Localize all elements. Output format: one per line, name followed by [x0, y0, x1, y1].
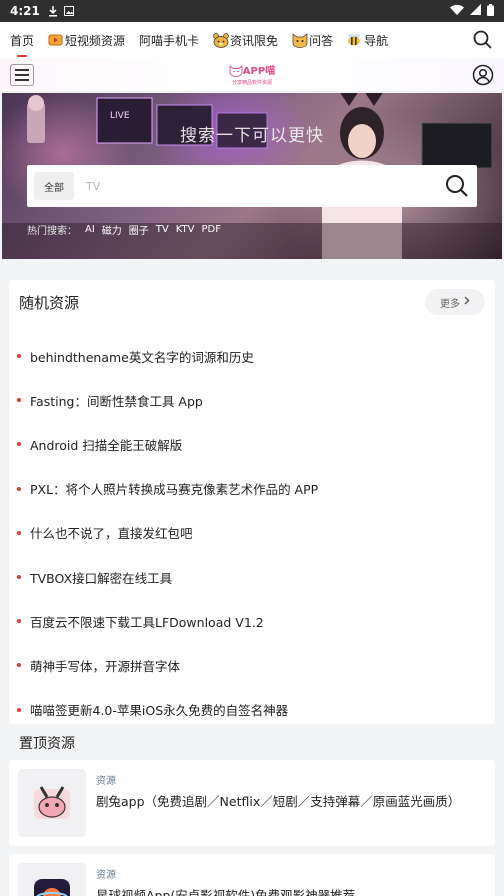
list-item[interactable]: behindthename英文名字的词源和历史: [17, 334, 477, 378]
list-item[interactable]: Android 扫描全能王破解版: [17, 422, 477, 466]
bullet-dot: [17, 619, 21, 624]
bullet-dot: [17, 486, 21, 491]
section-title: 随机资源: [19, 294, 80, 312]
hamburger-line: [15, 69, 29, 71]
nav-item-label: 资讯限免: [230, 33, 279, 48]
chevron-right-icon: [464, 296, 470, 308]
list-item-title: 萌神手写体，开源拼音字体: [30, 658, 181, 674]
resource-category[interactable]: 资源: [96, 866, 116, 881]
menu-button[interactable]: [10, 64, 34, 86]
nav-item-label: 导航: [364, 33, 389, 48]
more-label: 更多: [440, 298, 460, 310]
hot-search-label: 热门搜索：: [27, 226, 77, 237]
section-title: 置顶资源: [19, 736, 75, 752]
search-input[interactable]: [86, 179, 437, 193]
hot-keyword[interactable]: AI: [85, 224, 95, 235]
logo-subtitle: 分享精品软件资源: [231, 79, 272, 86]
nav-item-label: 短视频资源: [65, 33, 126, 48]
hot-keyword[interactable]: KTV: [176, 224, 195, 235]
status-bar: 4:21: [0, 0, 504, 22]
planet-app-icon: [34, 879, 70, 896]
nav-item-sim-card[interactable]: 阿喵手机卡: [139, 32, 199, 49]
hero-title: 搜索一下可以更快: [180, 126, 324, 146]
search-box: 全部: [27, 165, 477, 207]
random-resources-card: 随机资源 更多 behindthename英文名字的词源和历史 Fasting：…: [9, 280, 495, 724]
nav-item-home[interactable]: 首页: [10, 32, 35, 57]
site-header: APP喵 分享精品软件资源: [0, 58, 504, 92]
nav-item-short-video[interactable]: 短视频资源: [48, 32, 125, 49]
top-nav: 首页 短视频资源 阿喵手机卡 资讯限免 问答 导航: [0, 22, 504, 58]
list-item[interactable]: 百度云不限速下载工具LFDownload V1.2: [17, 599, 477, 643]
video-icon: [48, 33, 63, 47]
hot-keyword[interactable]: PDF: [201, 224, 220, 235]
list-item[interactable]: 什么也不说了，直接发红包吧: [17, 511, 477, 555]
image-notification-icon: [63, 6, 74, 16]
list-item-title: behindthename英文名字的词源和历史: [30, 349, 254, 365]
hot-search: 热门搜索： AI 磁力 圈子 TV KTV PDF: [27, 222, 228, 237]
search-submit-button[interactable]: [437, 166, 477, 206]
bear-icon: [213, 33, 229, 48]
bullet-dot: [17, 530, 21, 535]
bullet-dot: [17, 707, 21, 712]
list-item-title: 百度云不限速下载工具LFDownload V1.2: [30, 614, 264, 630]
resource-title[interactable]: 剧兔app（免费追剧／Netflix／短剧／支持弹幕／原画蓝光画质）: [96, 791, 486, 810]
hamburger-line: [15, 79, 29, 81]
site-logo[interactable]: APP喵 分享精品软件资源: [229, 64, 275, 86]
resource-category[interactable]: 资源: [96, 772, 116, 787]
resource-card[interactable]: 资源 剧兔app（免费追剧／Netflix／短剧／支持弹幕／原画蓝光画质）: [9, 760, 495, 846]
resource-card[interactable]: 资源 星球视频App(安卓影视软件)免费观影神器推荐: [9, 854, 495, 896]
search-category-select[interactable]: 全部: [34, 172, 74, 200]
bullet-dot: [17, 663, 21, 668]
list-item-title: Android 扫描全能王破解版: [30, 437, 183, 453]
battery-icon: [487, 3, 494, 19]
list-item-title: Fasting：间断性禁食工具 App: [30, 393, 203, 409]
list-item-title: PXL：将个人照片转换成马赛克像素艺术作品的 APP: [30, 482, 319, 498]
list-item[interactable]: 喵喵签更新4.0-苹果iOS永久免费的自签名神器: [17, 688, 477, 732]
bullet-dot: [17, 354, 21, 359]
nav-item-guide[interactable]: 导航: [347, 32, 388, 49]
cat-logo-icon: [229, 64, 243, 80]
resource-thumbnail: [18, 769, 86, 837]
svg-text:LIVE: LIVE: [110, 111, 130, 121]
nav-item-qa[interactable]: 问答: [292, 32, 333, 49]
list-item[interactable]: TVBOX接口解密在线工具: [17, 555, 477, 599]
logo-text: APP喵: [242, 65, 276, 77]
user-icon[interactable]: [472, 64, 494, 86]
list-item-title: 喵喵签更新4.0-苹果iOS永久免费的自签名神器: [30, 703, 289, 719]
list-item[interactable]: PXL：将个人照片转换成马赛克像素艺术作品的 APP: [17, 467, 477, 511]
resource-thumbnail: [18, 863, 86, 896]
list-item[interactable]: Fasting：间断性禁食工具 App: [17, 378, 477, 422]
resource-title[interactable]: 星球视频App(安卓影视软件)免费观影神器推荐: [96, 885, 486, 896]
bullet-dot: [17, 442, 21, 447]
list-item[interactable]: 萌神手写体，开源拼音字体: [17, 643, 477, 687]
more-button[interactable]: 更多: [425, 289, 485, 315]
hero-banner: LIVE 搜索一下可以更快 全部 热门搜索： AI 磁力 圈子 TV KTV P…: [2, 93, 502, 259]
download-icon: [48, 5, 58, 17]
search-icon: [446, 175, 468, 197]
random-resource-list: behindthename英文名字的词源和历史 Fasting：间断性禁食工具 …: [17, 334, 477, 732]
hamburger-line: [15, 74, 29, 76]
nav-item-news[interactable]: 资讯限免: [213, 32, 278, 49]
hot-keyword[interactable]: 圈子: [129, 222, 149, 237]
nav-item-label: 阿喵手机卡: [139, 33, 200, 48]
bullet-dot: [17, 575, 21, 580]
wifi-icon: [450, 4, 464, 18]
bullet-dot: [17, 398, 21, 403]
hot-keyword[interactable]: TV: [156, 224, 169, 235]
nav-item-label: 问答: [309, 33, 334, 48]
list-item-title: 什么也不说了，直接发红包吧: [30, 526, 193, 542]
bee-icon: [347, 33, 362, 47]
search-icon[interactable]: [473, 30, 492, 52]
cat-icon: [292, 33, 308, 48]
nav-item-label: 首页: [10, 33, 35, 48]
signal-icon: [470, 4, 481, 18]
status-time: 4:21: [10, 4, 40, 18]
rabbit-app-icon: [34, 786, 70, 819]
hot-keyword[interactable]: 磁力: [102, 222, 122, 237]
list-item-title: TVBOX接口解密在线工具: [30, 570, 173, 586]
